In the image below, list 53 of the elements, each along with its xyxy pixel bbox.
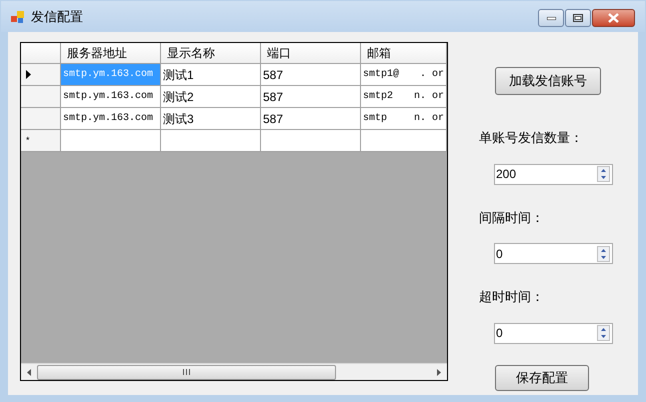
close-button[interactable] <box>592 9 635 27</box>
table-cell: 测试1 <box>161 64 261 86</box>
column-header[interactable]: 端口 <box>261 43 361 64</box>
table-cell[interactable] <box>61 130 161 152</box>
grip-icon <box>183 369 190 375</box>
down-arrow-icon[interactable] <box>598 333 609 340</box>
up-arrow-icon[interactable] <box>598 326 609 333</box>
table-cell: smtp.ym.163.com <box>61 86 161 108</box>
spin-buttons[interactable] <box>597 166 610 182</box>
up-arrow-icon[interactable] <box>598 246 609 254</box>
window-title: 发信配置 <box>31 8 83 26</box>
row-header[interactable] <box>21 64 61 86</box>
horizontal-scrollbar[interactable] <box>21 363 447 380</box>
spin-buttons[interactable] <box>597 246 610 262</box>
table-cell: 587 <box>261 64 361 86</box>
table-cell: 587 <box>261 108 361 130</box>
table-cell[interactable] <box>161 130 261 152</box>
up-arrow-icon[interactable] <box>598 167 609 174</box>
field-label: 间隔时间： <box>479 208 545 226</box>
table-cell: 587 <box>261 86 361 108</box>
number-field[interactable]: 0 <box>494 243 613 264</box>
table-cell: 测试3 <box>161 108 261 130</box>
scroll-left-icon[interactable] <box>27 368 31 376</box>
maximize-icon <box>573 14 583 22</box>
load-accounts-button[interactable]: 加载发信账号 <box>495 67 601 95</box>
table-cell: smtp n. or <box>361 108 447 130</box>
field-label: 超时时间： <box>479 288 545 306</box>
save-config-button[interactable]: 保存配置 <box>495 364 589 390</box>
current-row-icon <box>26 70 31 79</box>
number-field[interactable]: 0 <box>494 322 613 344</box>
table-cell: 测试2 <box>161 86 261 108</box>
table-cell: smtp1@ . or <box>361 64 447 86</box>
scroll-right-icon[interactable] <box>437 368 441 376</box>
table-cell: smtp2 n. or <box>361 86 447 108</box>
table-cell: smtp.ym.163.com <box>61 64 161 86</box>
scrollbar-thumb[interactable] <box>37 364 336 380</box>
minimize-icon <box>546 16 556 20</box>
column-header[interactable]: 邮箱 <box>361 43 447 64</box>
number-field[interactable]: 200 <box>494 164 613 184</box>
column-header[interactable]: 服务器地址 <box>61 43 161 64</box>
down-arrow-icon[interactable] <box>598 254 609 260</box>
spin-buttons[interactable] <box>597 325 610 341</box>
field-label: 单账号发信数量： <box>479 129 584 147</box>
row-header[interactable]: * <box>21 130 61 152</box>
app-icon <box>11 10 25 24</box>
close-icon <box>608 13 619 23</box>
down-arrow-icon[interactable] <box>598 174 609 181</box>
column-header[interactable]: 显示名称 <box>161 43 261 64</box>
maximize-button[interactable] <box>565 9 591 27</box>
table-cell: smtp.ym.163.com <box>61 108 161 130</box>
table-cell[interactable] <box>261 130 361 152</box>
table-cell[interactable] <box>361 130 447 152</box>
minimize-button[interactable] <box>538 9 564 27</box>
